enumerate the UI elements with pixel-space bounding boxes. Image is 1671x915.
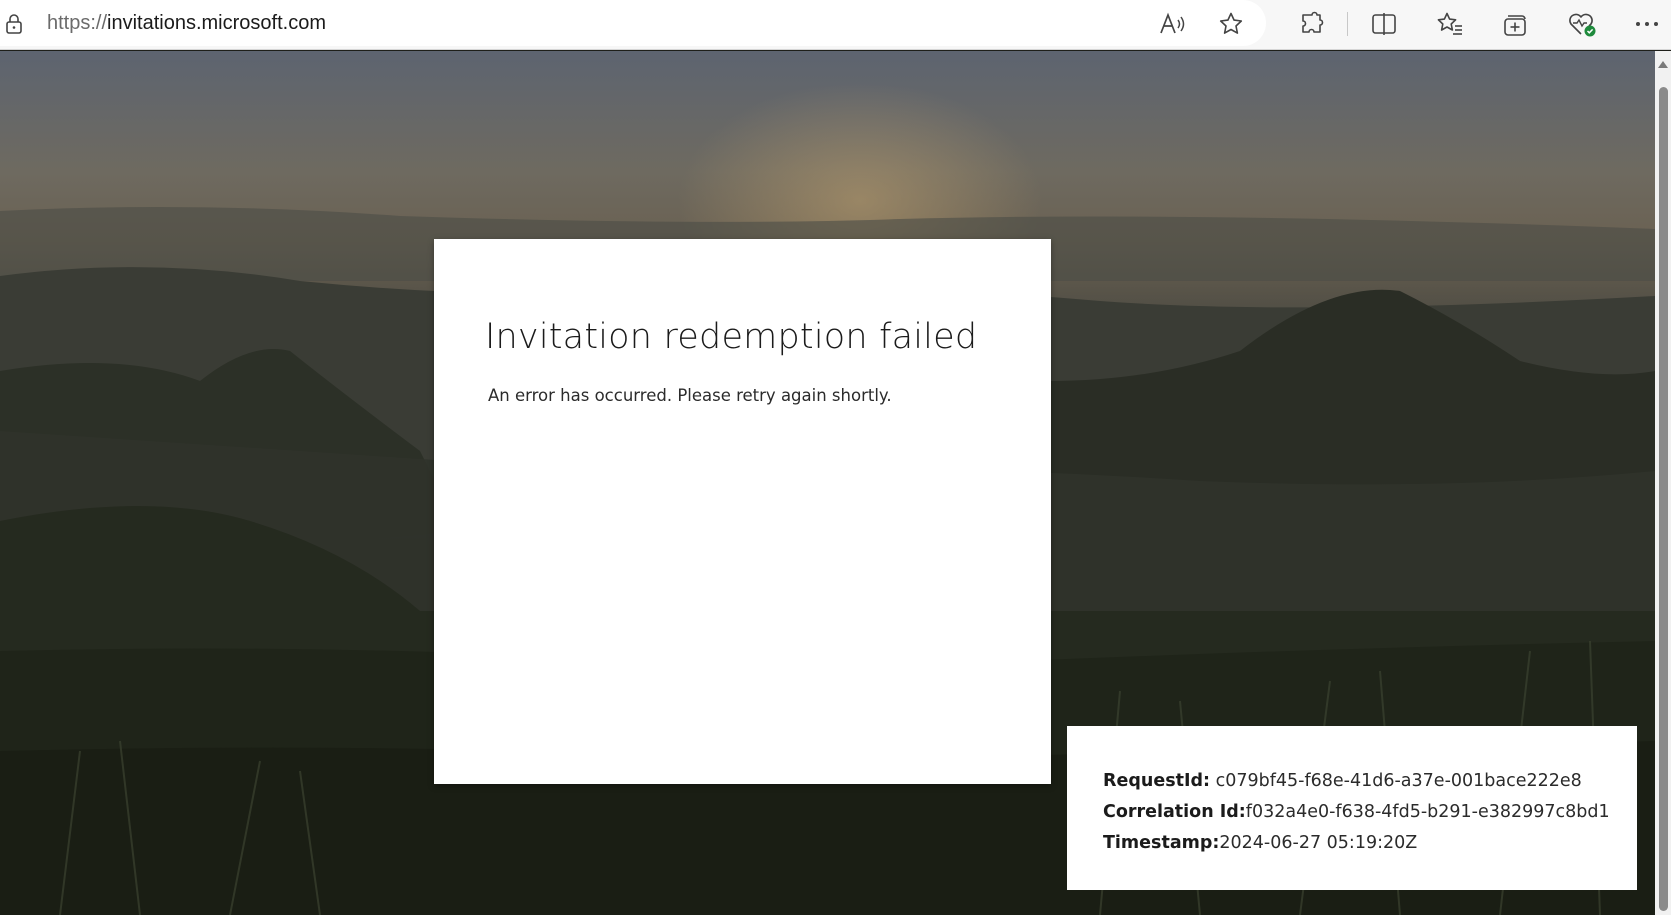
timestamp-row: Timestamp:2024-06-27 05:19:20Z [1103,833,1418,853]
extensions-icon[interactable] [1297,9,1327,39]
debug-details-panel: RequestId: c079bf45-f68e-41d6-a37e-001ba… [1067,726,1637,890]
favorites-icon[interactable] [1435,9,1465,39]
browser-essentials-icon[interactable] [1567,9,1597,39]
page-scrollbar[interactable] [1655,51,1671,915]
more-options-icon[interactable] [1632,9,1662,39]
scroll-thumb[interactable] [1659,87,1668,911]
scroll-up-arrow-icon[interactable] [1658,61,1668,68]
address-bar[interactable]: https://invitations.microsoft.com [0,0,1266,46]
page-background: Invitation redemption failed An error ha… [0,51,1655,915]
request-id-value: c079bf45-f68e-41d6-a37e-001bace222e8 [1210,771,1582,791]
error-message: An error has occurred. Please retry agai… [488,386,892,405]
correlation-id-row: Correlation Id:f032a4e0-f638-4fd5-b291-e… [1103,802,1610,822]
url-text[interactable]: https://invitations.microsoft.com [47,12,326,35]
read-aloud-icon[interactable] [1157,9,1187,39]
correlation-id-value: f032a4e0-f638-4fd5-b291-e382997c8bd1 [1245,802,1610,822]
favorite-star-icon[interactable] [1216,9,1246,39]
page-title: Invitation redemption failed [485,317,978,357]
collections-icon[interactable] [1501,9,1531,39]
split-screen-icon[interactable] [1369,9,1399,39]
browser-toolbar: https://invitations.microsoft.com [0,0,1671,50]
lock-icon[interactable] [4,13,24,35]
request-id-row: RequestId: c079bf45-f68e-41d6-a37e-001ba… [1103,771,1582,791]
toolbar-separator [1347,12,1348,36]
error-card: Invitation redemption failed An error ha… [434,239,1051,784]
timestamp-value: 2024-06-27 05:19:20Z [1219,833,1418,853]
